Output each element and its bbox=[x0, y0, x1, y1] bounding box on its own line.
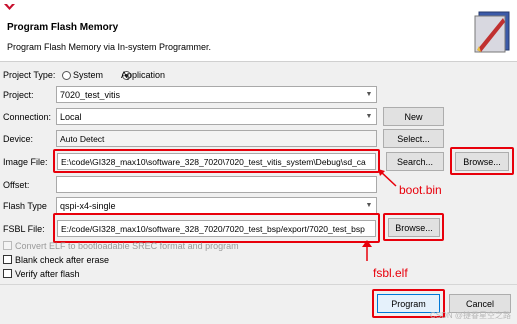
flash-type-label: Flash Type bbox=[3, 201, 47, 211]
offset-label: Offset: bbox=[3, 180, 30, 190]
verify-checkbox[interactable] bbox=[3, 269, 12, 278]
device-field[interactable]: Auto Detect bbox=[56, 130, 377, 147]
dialog-title: Program Flash Memory bbox=[7, 22, 119, 33]
blank-check-checkbox[interactable] bbox=[3, 255, 12, 264]
fsbl-elf-annotation: fsbl.elf bbox=[373, 266, 408, 280]
annotation-arrow-icon bbox=[378, 169, 397, 187]
browse-image-highlight bbox=[450, 147, 514, 175]
new-connection-button[interactable]: New bbox=[383, 107, 444, 126]
connection-select[interactable]: Local ▼ bbox=[56, 108, 377, 125]
watermark: CSDN @捷眷星空之路 bbox=[429, 311, 511, 320]
project-label: Project: bbox=[3, 90, 34, 100]
fsbl-file-highlight bbox=[53, 213, 380, 243]
flash-memory-icon bbox=[474, 11, 510, 53]
image-file-label: Image File: bbox=[3, 157, 48, 167]
annotation-arrow-icon bbox=[362, 240, 372, 261]
offset-field[interactable] bbox=[56, 176, 377, 193]
radio-system-label[interactable]: System bbox=[73, 70, 103, 80]
image-file-highlight bbox=[53, 149, 380, 173]
chevron-down-icon: ▼ bbox=[365, 91, 373, 98]
flash-type-select[interactable]: qspi-x4-single ▼ bbox=[56, 197, 377, 214]
project-select-value: 7020_test_vitis bbox=[60, 89, 121, 100]
connection-select-value: Local bbox=[60, 111, 82, 122]
dialog-description: Program Flash Memory via In-system Progr… bbox=[7, 42, 212, 52]
chevron-down-icon: ▼ bbox=[365, 202, 373, 209]
device-label: Device: bbox=[3, 134, 34, 144]
flash-type-select-value: qspi-x4-single bbox=[60, 200, 116, 211]
boot-bin-annotation: boot.bin bbox=[399, 183, 442, 197]
radio-application-label[interactable]: Application bbox=[121, 70, 165, 80]
fsbl-file-label: FSBL File: bbox=[3, 224, 45, 234]
select-device-button[interactable]: Select... bbox=[383, 129, 444, 148]
blank-check-label: Blank check after erase bbox=[15, 255, 110, 265]
project-type-label: Project Type: bbox=[3, 70, 56, 80]
radio-system[interactable] bbox=[62, 71, 71, 80]
verify-label: Verify after flash bbox=[15, 269, 80, 279]
connection-label: Connection: bbox=[3, 112, 52, 122]
browse-fsbl-highlight bbox=[383, 213, 444, 241]
convert-elf-checkbox[interactable] bbox=[3, 241, 12, 250]
project-select[interactable]: 7020_test_vitis ▼ bbox=[56, 86, 377, 103]
chevron-down-icon: ▼ bbox=[365, 113, 373, 120]
convert-elf-label: Convert ELF to bootloadable SREC format … bbox=[15, 241, 239, 251]
app-logo-icon bbox=[4, 4, 15, 10]
footer-separator bbox=[0, 284, 517, 285]
